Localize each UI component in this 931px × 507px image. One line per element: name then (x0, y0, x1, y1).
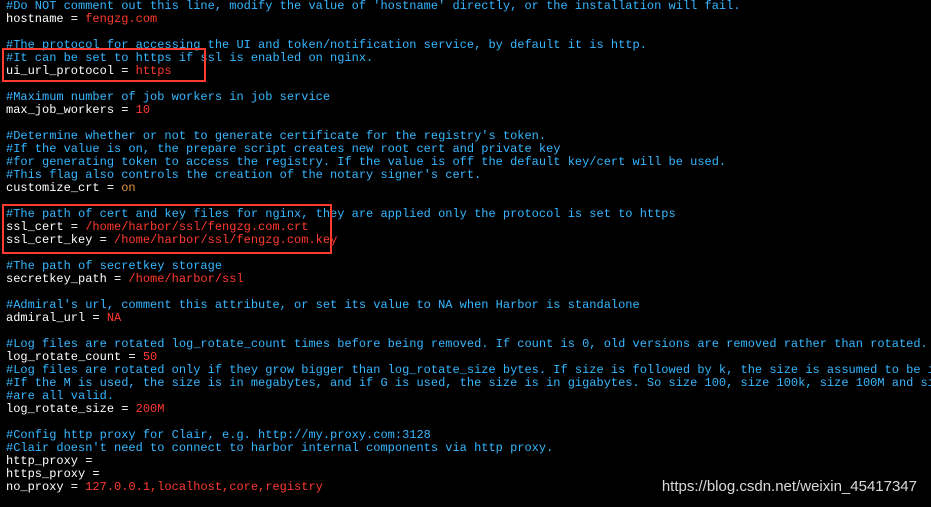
code-token: on (121, 181, 135, 195)
code-token: #Maximum number of job workers in job se… (6, 90, 330, 104)
code-line: log_rotate_size = 200M (6, 402, 164, 416)
code-token: #for generating token to access the regi… (6, 155, 726, 169)
code-line: #are all valid. (6, 389, 114, 403)
code-token: /home/harbor/ssl/fengzg.com.crt (85, 220, 308, 234)
code-line: #Admiral's url, comment this attribute, … (6, 298, 640, 312)
code-token: max_job_workers = (6, 103, 136, 117)
code-token: #It can be set to https if ssl is enable… (6, 51, 373, 65)
code-line: secretkey_path = /home/harbor/ssl (6, 272, 244, 286)
code-token: customize_crt = (6, 181, 121, 195)
code-line: https_proxy = (6, 467, 100, 481)
code-token: ssl_cert = (6, 220, 85, 234)
code-token: ui_url_protocol = (6, 64, 136, 78)
code-line: ssl_cert = /home/harbor/ssl/fengzg.com.c… (6, 220, 308, 234)
code-token: secretkey_path = (6, 272, 128, 286)
code-token: #Log files are rotated log_rotate_count … (6, 337, 928, 351)
code-token: admiral_url = (6, 311, 107, 325)
code-token: #If the value is on, the prepare script … (6, 142, 561, 156)
code-line: #If the value is on, the prepare script … (6, 142, 561, 156)
code-line: max_job_workers = 10 (6, 103, 150, 117)
code-line: ui_url_protocol = https (6, 64, 172, 78)
code-line: #If the M is used, the size is in megaby… (6, 376, 931, 390)
code-line: #The path of secretkey storage (6, 259, 222, 273)
code-token: /home/harbor/ssl/fengzg.com.key (114, 233, 337, 247)
code-line: hostname = fengzg.com (6, 12, 157, 26)
code-token: #Config http proxy for Clair, e.g. http:… (6, 428, 431, 442)
code-token: http_proxy = (6, 454, 92, 468)
code-line: http_proxy = (6, 454, 92, 468)
code-line: admiral_url = NA (6, 311, 121, 325)
code-line: #The protocol for accessing the UI and t… (6, 38, 647, 52)
config-file-content: #Do NOT comment out this line, modify th… (0, 0, 931, 494)
code-line: #It can be set to https if ssl is enable… (6, 51, 373, 65)
code-token: https_proxy = (6, 467, 100, 481)
code-token: #Clair doesn't need to connect to harbor… (6, 441, 553, 455)
code-line: #Log files are rotated only if they grow… (6, 363, 931, 377)
code-token: 127.0.0.1,localhost,core,registry (85, 480, 323, 494)
code-line: #Determine whether or not to generate ce… (6, 129, 546, 143)
code-line: #Log files are rotated log_rotate_count … (6, 337, 928, 351)
code-token: #The path of secretkey storage (6, 259, 222, 273)
code-line: #This flag also controls the creation of… (6, 168, 481, 182)
code-line: #Maximum number of job workers in job se… (6, 90, 330, 104)
code-token: #The protocol for accessing the UI and t… (6, 38, 647, 52)
code-token: no_proxy = (6, 480, 85, 494)
code-token: https (136, 64, 172, 78)
code-token: #This flag also controls the creation of… (6, 168, 481, 182)
code-token: ssl_cert_key = (6, 233, 114, 247)
code-token: fengzg.com (85, 12, 157, 26)
code-token: 200M (136, 402, 165, 416)
code-token: /home/harbor/ssl (128, 272, 243, 286)
code-token: #Admiral's url, comment this attribute, … (6, 298, 640, 312)
code-token: 10 (136, 103, 150, 117)
code-token: #Determine whether or not to generate ce… (6, 129, 546, 143)
code-line: #for generating token to access the regi… (6, 155, 726, 169)
code-line: #The path of cert and key files for ngin… (6, 207, 676, 221)
code-line: customize_crt = on (6, 181, 136, 195)
watermark-text: https://blog.csdn.net/weixin_45417347 (662, 478, 917, 495)
code-token: #The path of cert and key files for ngin… (6, 207, 676, 221)
code-token: #Log files are rotated only if they grow… (6, 363, 931, 377)
code-line: #Clair doesn't need to connect to harbor… (6, 441, 553, 455)
code-line: log_rotate_count = 50 (6, 350, 157, 364)
code-token: #If the M is used, the size is in megaby… (6, 376, 931, 390)
code-token: NA (107, 311, 121, 325)
code-token: log_rotate_size = (6, 402, 136, 416)
code-token: 50 (143, 350, 157, 364)
code-token: hostname = (6, 12, 85, 26)
code-line: no_proxy = 127.0.0.1,localhost,core,regi… (6, 480, 323, 494)
code-token: log_rotate_count = (6, 350, 143, 364)
code-token: #are all valid. (6, 389, 114, 403)
code-line: #Config http proxy for Clair, e.g. http:… (6, 428, 431, 442)
code-line: ssl_cert_key = /home/harbor/ssl/fengzg.c… (6, 233, 337, 247)
